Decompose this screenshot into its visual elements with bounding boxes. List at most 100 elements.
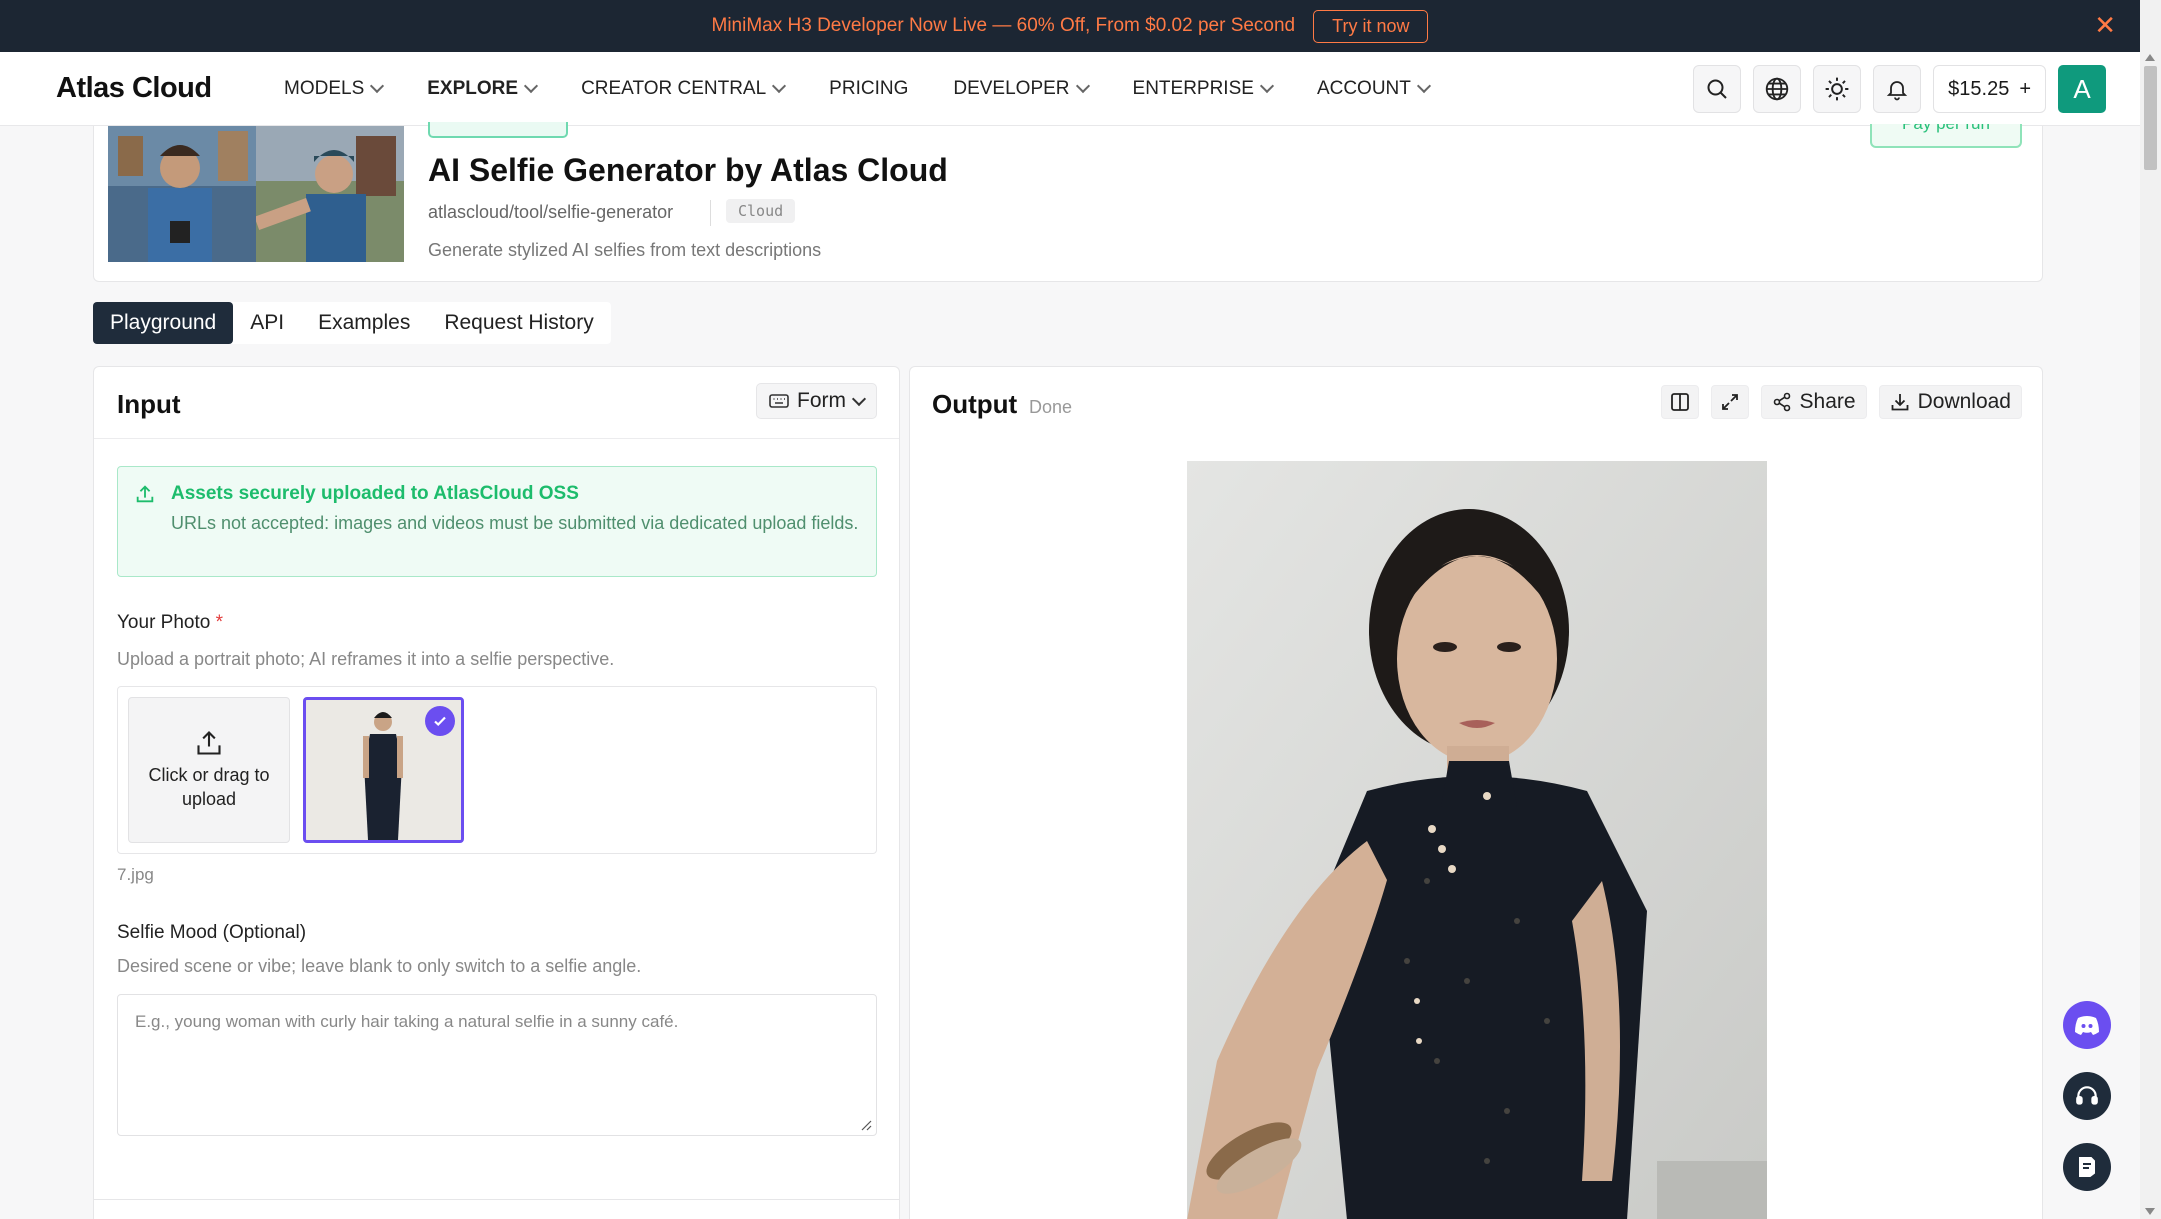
your-photo-label-text: Your Photo bbox=[117, 612, 211, 633]
chevron-down-icon bbox=[851, 391, 867, 406]
upload-icon bbox=[136, 485, 154, 503]
output-title: Output bbox=[932, 389, 1018, 419]
chevron-down-icon bbox=[1075, 78, 1090, 94]
input-panel: Input Form Assets securely uploaded to A… bbox=[93, 366, 900, 1219]
menu-developer-label: DEVELOPER bbox=[953, 77, 1070, 99]
avatar[interactable]: A bbox=[2058, 65, 2106, 113]
discord-button[interactable] bbox=[2063, 1001, 2111, 1049]
chevron-down-icon bbox=[523, 78, 539, 94]
try-it-now-button[interactable]: Try it now bbox=[1313, 9, 1429, 43]
nav-actions: $15.25 + A bbox=[1693, 65, 2106, 113]
menu-account[interactable]: ACCOUNT bbox=[1316, 77, 1431, 100]
tab-examples[interactable]: Examples bbox=[301, 302, 427, 344]
headset-icon bbox=[2076, 1086, 2098, 1105]
photo-upload-area: Click or drag to upload bbox=[117, 686, 877, 854]
support-button[interactable] bbox=[2063, 1072, 2111, 1120]
add-funds-icon: + bbox=[2019, 77, 2031, 100]
tool-header-card: AI Selfie Generator by Atlas Cloud atlas… bbox=[93, 122, 2043, 282]
feedback-button[interactable] bbox=[2063, 1143, 2111, 1191]
language-button[interactable] bbox=[1753, 65, 1802, 113]
menu-explore[interactable]: EXPLORE bbox=[427, 77, 539, 100]
menu-developer[interactable]: DEVELOPER bbox=[953, 77, 1090, 100]
search-icon bbox=[1707, 79, 1727, 99]
scroll-thumb[interactable] bbox=[2144, 66, 2157, 170]
columns-icon bbox=[1670, 393, 1689, 411]
selfie-mood-label: Selfie Mood (Optional) bbox=[117, 922, 307, 943]
share-label: Share bbox=[1799, 390, 1856, 413]
output-panel: Output Done Share Download bbox=[909, 366, 2043, 1219]
menu-pricing[interactable]: PRICING bbox=[829, 78, 908, 100]
your-photo-help: Upload a portrait photo; AI reframes it … bbox=[117, 649, 615, 669]
menu-explore-label: EXPLORE bbox=[427, 77, 519, 99]
tool-path: atlascloud/tool/selfie-generator bbox=[428, 202, 674, 222]
split-view-button[interactable] bbox=[1660, 385, 1699, 419]
scrollbar-corner bbox=[2140, 0, 2161, 52]
fullscreen-button[interactable] bbox=[1710, 385, 1749, 419]
main-menu: MODELS EXPLORE CREATOR CENTRAL PRICING D… bbox=[284, 78, 1474, 100]
share-button[interactable]: Share bbox=[1760, 385, 1867, 419]
tab-playground[interactable]: Playground bbox=[93, 302, 234, 344]
your-photo-label: Your Photo * bbox=[117, 612, 223, 634]
tab-api[interactable]: API bbox=[233, 302, 301, 344]
balance-button[interactable]: $15.25 + bbox=[1933, 65, 2046, 113]
uploaded-filename: 7.jpg bbox=[117, 865, 154, 884]
resize-handle-icon[interactable] bbox=[860, 1119, 872, 1131]
scroll-up-arrow-icon[interactable] bbox=[2145, 54, 2155, 61]
pay-per-run-label: Pay per run bbox=[1872, 124, 2020, 134]
notice-title: Assets securely uploaded to AtlasCloud O… bbox=[171, 483, 579, 504]
selfie-mood-placeholder: E.g., young woman with curly hair taking… bbox=[135, 1012, 679, 1031]
tab-request-history[interactable]: Request History bbox=[427, 302, 610, 344]
uploaded-photo-thumbnail[interactable] bbox=[303, 697, 464, 843]
bell-icon bbox=[1886, 81, 1908, 101]
tool-thumbnail bbox=[108, 126, 404, 262]
upload-dropzone[interactable]: Click or drag to upload bbox=[128, 697, 290, 843]
section-divider bbox=[94, 1199, 899, 1200]
input-panel-header: Input Form bbox=[94, 367, 899, 439]
output-status: Done bbox=[1029, 397, 1073, 417]
chevron-down-icon bbox=[370, 78, 385, 94]
required-mark: * bbox=[215, 612, 224, 633]
page-title: AI Selfie Generator by Atlas Cloud bbox=[428, 152, 948, 188]
keyboard-icon bbox=[769, 394, 789, 408]
menu-enterprise-label: ENTERPRISE bbox=[1132, 77, 1254, 99]
selfie-mood-textarea[interactable]: E.g., young woman with curly hair taking… bbox=[117, 994, 877, 1136]
tool-description: Generate stylized AI selfies from text d… bbox=[428, 240, 822, 260]
category-tag bbox=[428, 122, 568, 138]
menu-models-label: MODELS bbox=[284, 77, 365, 99]
cloud-badge: Cloud bbox=[726, 199, 796, 223]
upload-icon bbox=[197, 731, 221, 755]
notifications-button[interactable] bbox=[1873, 65, 1922, 113]
chevron-down-icon bbox=[1416, 78, 1431, 94]
menu-pricing-label: PRICING bbox=[829, 77, 909, 99]
chevron-down-icon bbox=[1259, 78, 1275, 94]
form-mode-label: Form bbox=[797, 389, 846, 412]
download-icon bbox=[1891, 394, 1908, 411]
theme-toggle-button[interactable] bbox=[1813, 65, 1862, 113]
promo-text: MiniMax H3 Developer Now Live — 60% Off,… bbox=[711, 15, 1296, 36]
menu-creator-central[interactable]: CREATOR CENTRAL bbox=[581, 77, 787, 100]
close-icon[interactable]: ✕ bbox=[2094, 12, 2116, 38]
thumbnail-image-left bbox=[108, 126, 256, 262]
menu-models[interactable]: MODELS bbox=[284, 77, 385, 100]
output-actions: Share Download bbox=[1660, 385, 2022, 419]
download-label: Download bbox=[1917, 390, 2011, 413]
tool-tabs: Playground API Examples Request History bbox=[93, 302, 611, 344]
upload-notice: Assets securely uploaded to AtlasCloud O… bbox=[117, 466, 877, 577]
notice-body: URLs not accepted: images and videos mus… bbox=[171, 513, 859, 533]
pay-per-run-badge: Pay per run bbox=[1870, 124, 2022, 148]
divider bbox=[710, 200, 711, 226]
output-image[interactable] bbox=[1187, 461, 1767, 1219]
balance-amount: $15.25 bbox=[1948, 77, 2010, 100]
page-scrollbar[interactable] bbox=[2140, 52, 2161, 1219]
download-button[interactable]: Download bbox=[1878, 385, 2022, 419]
upload-text: Click or drag to upload bbox=[148, 765, 270, 809]
scroll-down-arrow-icon[interactable] bbox=[2145, 1208, 2155, 1215]
menu-creator-central-label: CREATOR CENTRAL bbox=[581, 77, 767, 99]
menu-enterprise[interactable]: ENTERPRISE bbox=[1132, 77, 1275, 100]
thumbnail-image-right bbox=[256, 126, 404, 262]
feedback-icon bbox=[2079, 1157, 2095, 1177]
form-mode-select[interactable]: Form bbox=[756, 383, 877, 419]
search-button[interactable] bbox=[1693, 65, 1742, 113]
menu-account-label: ACCOUNT bbox=[1316, 77, 1411, 99]
logo[interactable]: Atlas Cloud bbox=[56, 72, 266, 105]
